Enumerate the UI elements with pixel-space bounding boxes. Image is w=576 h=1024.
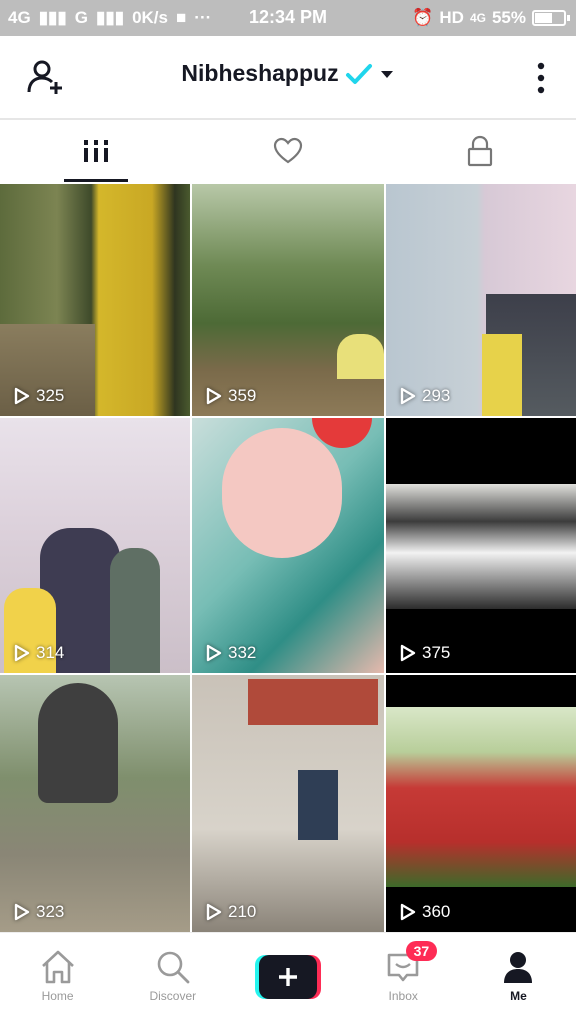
- home-icon: [41, 950, 74, 984]
- profile-header: Nibheshappuz: [0, 36, 576, 118]
- video-thumbnail[interactable]: 293: [386, 184, 576, 416]
- view-count: 323: [14, 902, 64, 922]
- thumbnail-hand: [222, 428, 342, 558]
- plus-icon: [259, 955, 317, 999]
- nav-inbox[interactable]: Inbox 37: [346, 933, 461, 1024]
- nav-discover-label: Discover: [149, 989, 197, 1003]
- play-icon: [14, 387, 30, 405]
- username-dropdown[interactable]: Nibheshappuz: [0, 60, 576, 87]
- lock-icon: [467, 135, 493, 167]
- thumbnail-figure-2: [482, 334, 522, 416]
- view-count: 325: [14, 386, 64, 406]
- video-thumbnail[interactable]: 210: [192, 675, 384, 932]
- status-bar: 4G ▮▮▮ G ▮▮▮ 0K/s ■ ··· 12:34 PM ⏰ HD 4G…: [0, 0, 576, 36]
- nav-home-label: Home: [41, 989, 74, 1003]
- bottom-navigation: Home Discover Inbox 37 Me: [0, 932, 576, 1024]
- profile-icon: [504, 952, 533, 983]
- profile-tabs: [0, 120, 576, 182]
- thumbnail-figure: [337, 334, 384, 379]
- verified-check-icon: [345, 63, 372, 84]
- nav-discover[interactable]: Discover: [115, 933, 230, 1024]
- thumbnail-card-header: [248, 679, 378, 725]
- play-icon: [206, 903, 222, 921]
- video-thumbnail[interactable]: 323: [0, 675, 190, 932]
- view-count: 293: [400, 386, 450, 406]
- tab-private[interactable]: [384, 120, 576, 182]
- video-thumbnail[interactable]: 325: [0, 184, 190, 416]
- thumbnail-elephant: [38, 683, 118, 803]
- view-count: 359: [206, 386, 256, 406]
- play-icon: [400, 644, 416, 662]
- view-count: 210: [206, 902, 256, 922]
- create-button[interactable]: [255, 955, 321, 999]
- nav-me-label: Me: [510, 989, 527, 1003]
- alarm-icon: ⏰: [412, 8, 434, 27]
- thumbnail-poster: [386, 707, 576, 887]
- view-count: 314: [14, 643, 64, 663]
- play-icon: [14, 903, 30, 921]
- video-thumbnail[interactable]: 332: [192, 418, 384, 673]
- play-icon: [400, 387, 416, 405]
- battery-percent: 55%: [491, 8, 526, 27]
- status-right: ⏰ HD 4G 55%: [412, 8, 570, 28]
- username: Nibheshappuz: [181, 60, 339, 86]
- inbox-badge: 37: [405, 941, 438, 961]
- view-count: 375: [400, 643, 450, 663]
- play-icon: [400, 903, 416, 921]
- hd-label: HD: [439, 8, 464, 27]
- play-icon: [206, 387, 222, 405]
- nav-inbox-label: Inbox: [388, 989, 418, 1003]
- video-thumbnail[interactable]: 314: [0, 418, 190, 673]
- video-thumbnail[interactable]: 375: [386, 418, 576, 673]
- thumbnail-group-photo: [386, 484, 576, 609]
- view-count: 332: [206, 643, 256, 663]
- play-icon: [206, 644, 222, 662]
- chevron-down-icon: [380, 70, 393, 78]
- more-options-icon[interactable]: [534, 60, 548, 96]
- tab-liked[interactable]: [192, 120, 384, 182]
- grid-icon: [84, 140, 108, 162]
- video-thumbnail[interactable]: 360: [386, 675, 576, 932]
- video-grid: 325 359 293 314 332 375 323 210 360: [0, 184, 576, 932]
- battery-level: [535, 13, 552, 23]
- tab-videos[interactable]: [0, 120, 192, 182]
- battery-icon: [532, 10, 570, 26]
- view-count: 360: [400, 902, 450, 922]
- thumbnail-figure-3: [110, 548, 160, 673]
- search-icon: [157, 951, 190, 984]
- heart-icon: [273, 137, 303, 164]
- video-thumbnail[interactable]: 359: [192, 184, 384, 416]
- thumbnail-card-panel: [298, 770, 338, 840]
- nav-me[interactable]: Me: [461, 933, 576, 1024]
- nav-create[interactable]: [230, 933, 345, 1024]
- nav-home[interactable]: Home: [0, 933, 115, 1024]
- network-type: 4G: [469, 11, 486, 25]
- play-icon: [14, 644, 30, 662]
